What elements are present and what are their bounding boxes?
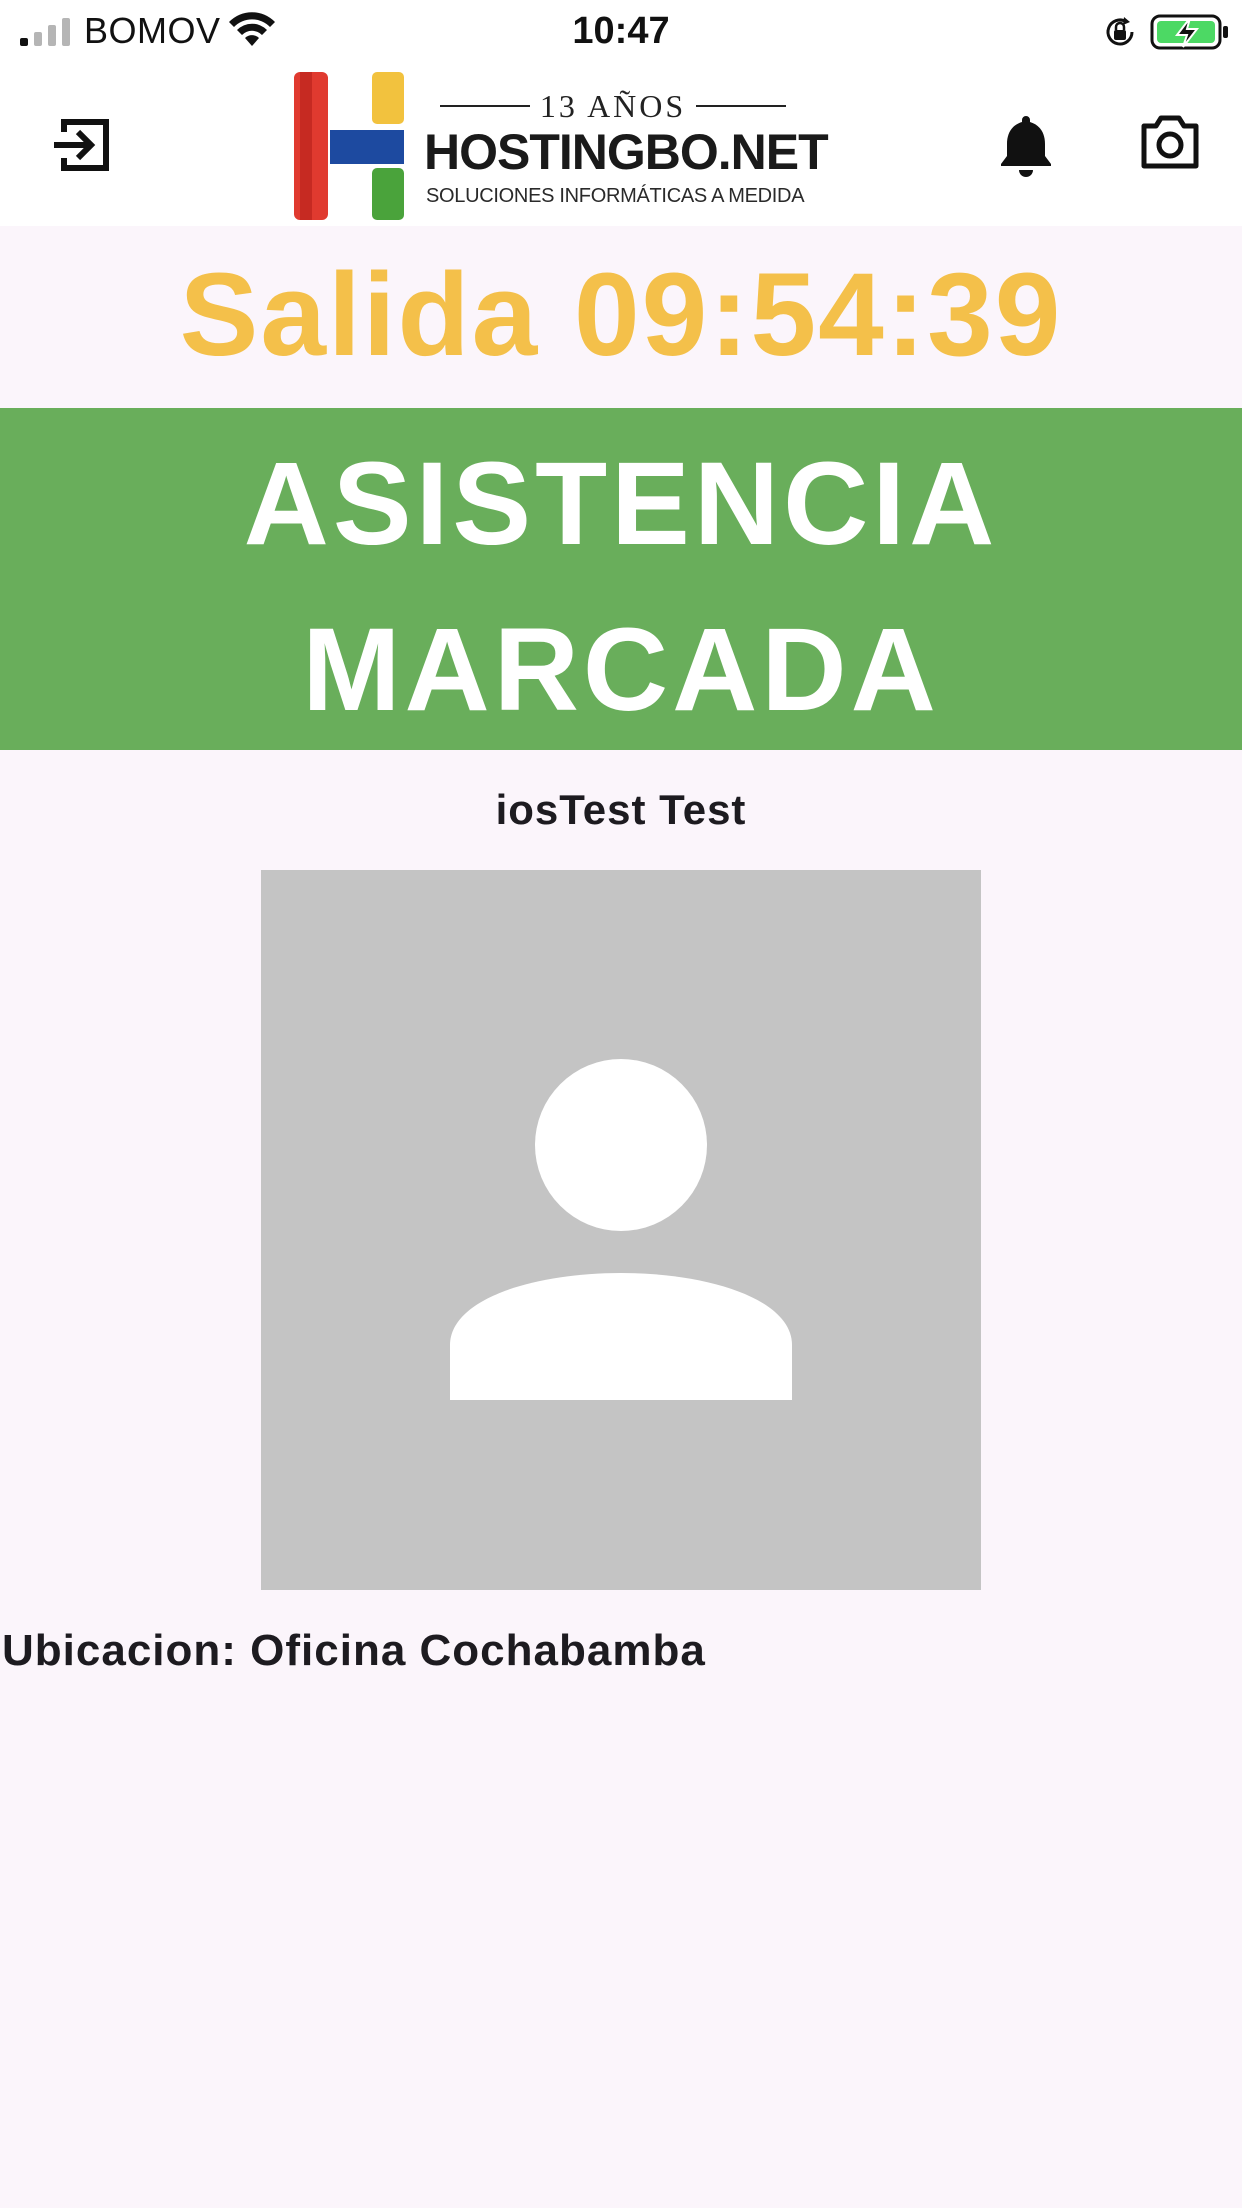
logo-tagline: SOLUCIONES INFORMÁTICAS A MEDIDA <box>426 185 805 207</box>
status-time: 10:47 <box>572 10 670 52</box>
logo-name: HOSTINGBO.NET <box>424 124 829 180</box>
avatar <box>261 870 981 1590</box>
exit-time-heading: Salida 09:54:39 <box>179 249 1063 381</box>
location-text: Ubicacion: Oficina Cochabamba <box>2 1626 706 1675</box>
bell-icon[interactable] <box>996 112 1056 178</box>
attendance-status-banner: ASISTENCIA MARCADA <box>0 408 1242 750</box>
person-placeholder-icon <box>450 1059 792 1400</box>
logo-years-text: 13 AÑOS <box>539 87 687 124</box>
app-bar: 13 AÑOS HOSTINGBO.NET SOLUCIONES INFORMÁ… <box>0 62 1242 226</box>
hostingbo-logo: 13 AÑOS HOSTINGBO.NET SOLUCIONES INFORMÁ… <box>294 72 829 220</box>
camera-icon[interactable] <box>1138 112 1202 172</box>
status-line-1: ASISTENCIA <box>243 438 999 570</box>
status-bar: BOMOV 10:47 <box>0 0 1242 62</box>
user-name: iosTest Test <box>495 786 747 833</box>
battery-charging-icon <box>1150 14 1228 50</box>
logo-mark-icon <box>294 72 404 220</box>
logout-icon[interactable] <box>50 112 116 178</box>
orientation-lock-icon <box>1106 17 1134 46</box>
status-line-2: MARCADA <box>302 604 940 736</box>
logo-years: 13 AÑOS <box>440 87 787 124</box>
